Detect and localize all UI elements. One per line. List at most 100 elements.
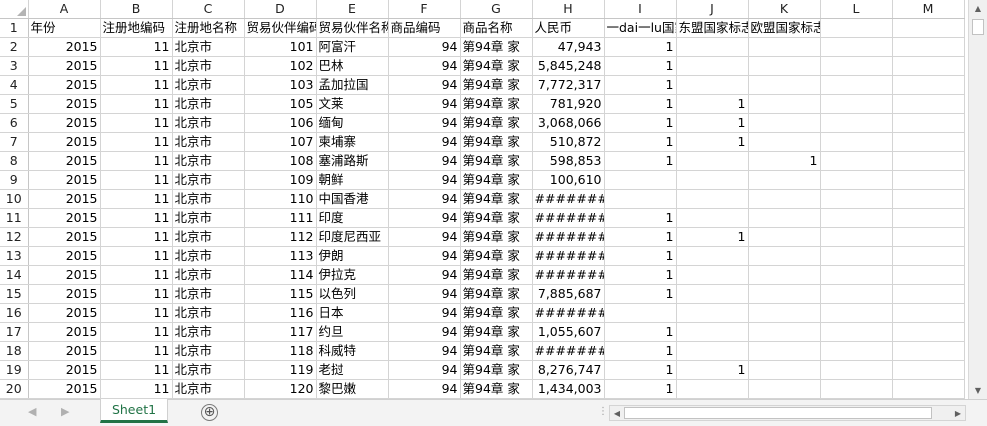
cell-h7[interactable]: 510,872 [532, 132, 605, 152]
cell-l9[interactable] [820, 170, 893, 190]
cell-e10[interactable]: 中国香港 [316, 189, 389, 209]
cell-h1[interactable]: 人民币 [532, 18, 605, 38]
cell-c20[interactable]: 北京市 [172, 379, 245, 399]
cell-h15[interactable]: 7,885,687 [532, 284, 605, 304]
cell-e11[interactable]: 印度 [316, 208, 389, 228]
cell-m13[interactable] [892, 246, 965, 266]
cell-j3[interactable] [676, 56, 749, 76]
cell-f16[interactable]: 94 [388, 303, 461, 323]
cell-f11[interactable]: 94 [388, 208, 461, 228]
cell-g18[interactable]: 第94章 家 [460, 341, 533, 361]
cell-f3[interactable]: 94 [388, 56, 461, 76]
prev-sheet-icon[interactable]: ◀ [28, 405, 36, 418]
cell-k13[interactable] [748, 246, 821, 266]
row-header[interactable]: 6 [0, 113, 29, 133]
column-header-c[interactable]: C [172, 0, 245, 19]
cell-i15[interactable]: 1 [604, 284, 677, 304]
cell-d6[interactable]: 106 [244, 113, 317, 133]
cell-a7[interactable]: 2015 [28, 132, 101, 152]
cell-i3[interactable]: 1 [604, 56, 677, 76]
cell-c9[interactable]: 北京市 [172, 170, 245, 190]
cell-j14[interactable] [676, 265, 749, 285]
cell-m17[interactable] [892, 322, 965, 342]
cell-e13[interactable]: 伊朗 [316, 246, 389, 266]
cell-a11[interactable]: 2015 [28, 208, 101, 228]
cell-i11[interactable]: 1 [604, 208, 677, 228]
cell-m3[interactable] [892, 56, 965, 76]
cell-e19[interactable]: 老挝 [316, 360, 389, 380]
cell-m16[interactable] [892, 303, 965, 323]
cell-k19[interactable] [748, 360, 821, 380]
cell-m14[interactable] [892, 265, 965, 285]
cell-b3[interactable]: 11 [100, 56, 173, 76]
cell-a17[interactable]: 2015 [28, 322, 101, 342]
cell-l12[interactable] [820, 227, 893, 247]
cell-f18[interactable]: 94 [388, 341, 461, 361]
cell-f2[interactable]: 94 [388, 37, 461, 57]
cell-a20[interactable]: 2015 [28, 379, 101, 399]
cell-d5[interactable]: 105 [244, 94, 317, 114]
cell-i17[interactable]: 1 [604, 322, 677, 342]
cell-b19[interactable]: 11 [100, 360, 173, 380]
row-header[interactable]: 18 [0, 341, 29, 361]
cell-h6[interactable]: 3,068,066 [532, 113, 605, 133]
cell-l16[interactable] [820, 303, 893, 323]
row-header[interactable]: 14 [0, 265, 29, 285]
cell-i13[interactable]: 1 [604, 246, 677, 266]
cell-m10[interactable] [892, 189, 965, 209]
cell-e15[interactable]: 以色列 [316, 284, 389, 304]
cell-a13[interactable]: 2015 [28, 246, 101, 266]
cell-h3[interactable]: 5,845,248 [532, 56, 605, 76]
cell-g2[interactable]: 第94章 家 [460, 37, 533, 57]
cell-c12[interactable]: 北京市 [172, 227, 245, 247]
cell-f14[interactable]: 94 [388, 265, 461, 285]
cell-d13[interactable]: 113 [244, 246, 317, 266]
cell-k18[interactable] [748, 341, 821, 361]
cell-b14[interactable]: 11 [100, 265, 173, 285]
cell-d2[interactable]: 101 [244, 37, 317, 57]
cell-b9[interactable]: 11 [100, 170, 173, 190]
add-sheet-icon[interactable]: ⊕ [201, 404, 218, 421]
cell-l14[interactable] [820, 265, 893, 285]
cell-d17[interactable]: 117 [244, 322, 317, 342]
cell-e16[interactable]: 日本 [316, 303, 389, 323]
cell-k15[interactable] [748, 284, 821, 304]
cell-h11[interactable]: ####### [532, 208, 605, 228]
cell-i6[interactable]: 1 [604, 113, 677, 133]
cell-g14[interactable]: 第94章 家 [460, 265, 533, 285]
cell-j7[interactable]: 1 [676, 132, 749, 152]
cell-l2[interactable] [820, 37, 893, 57]
cell-c18[interactable]: 北京市 [172, 341, 245, 361]
cell-k5[interactable] [748, 94, 821, 114]
cell-f10[interactable]: 94 [388, 189, 461, 209]
cell-k9[interactable] [748, 170, 821, 190]
scroll-right-icon[interactable]: ▶ [951, 406, 965, 420]
cell-d15[interactable]: 115 [244, 284, 317, 304]
cell-h16[interactable]: ####### [532, 303, 605, 323]
cell-g19[interactable]: 第94章 家 [460, 360, 533, 380]
cell-m15[interactable] [892, 284, 965, 304]
cell-l5[interactable] [820, 94, 893, 114]
cell-b12[interactable]: 11 [100, 227, 173, 247]
cell-i20[interactable]: 1 [604, 379, 677, 399]
column-header-a[interactable]: A [28, 0, 101, 19]
cell-g9[interactable]: 第94章 家 [460, 170, 533, 190]
cell-h9[interactable]: 100,610 [532, 170, 605, 190]
row-header[interactable]: 17 [0, 322, 29, 342]
cell-e7[interactable]: 柬埔寨 [316, 132, 389, 152]
cell-e14[interactable]: 伊拉克 [316, 265, 389, 285]
row-header[interactable]: 5 [0, 94, 29, 114]
cell-g17[interactable]: 第94章 家 [460, 322, 533, 342]
worksheet-grid[interactable]: ABCDEFGHIJKLM 1 年份 注册地编码 注册地名称 贸易伙伴编码 贸易伙伴名称商… [0, 0, 965, 399]
cell-e20[interactable]: 黎巴嫩 [316, 379, 389, 399]
cell-j11[interactable] [676, 208, 749, 228]
cell-h17[interactable]: 1,055,607 [532, 322, 605, 342]
cell-h4[interactable]: 7,772,317 [532, 75, 605, 95]
cell-j16[interactable] [676, 303, 749, 323]
row-header[interactable]: 12 [0, 227, 29, 247]
cell-l1[interactable] [820, 18, 893, 38]
horizontal-scrollbar[interactable]: ◀ ▶ [609, 405, 966, 421]
cell-f7[interactable]: 94 [388, 132, 461, 152]
cell-a12[interactable]: 2015 [28, 227, 101, 247]
cell-k16[interactable] [748, 303, 821, 323]
